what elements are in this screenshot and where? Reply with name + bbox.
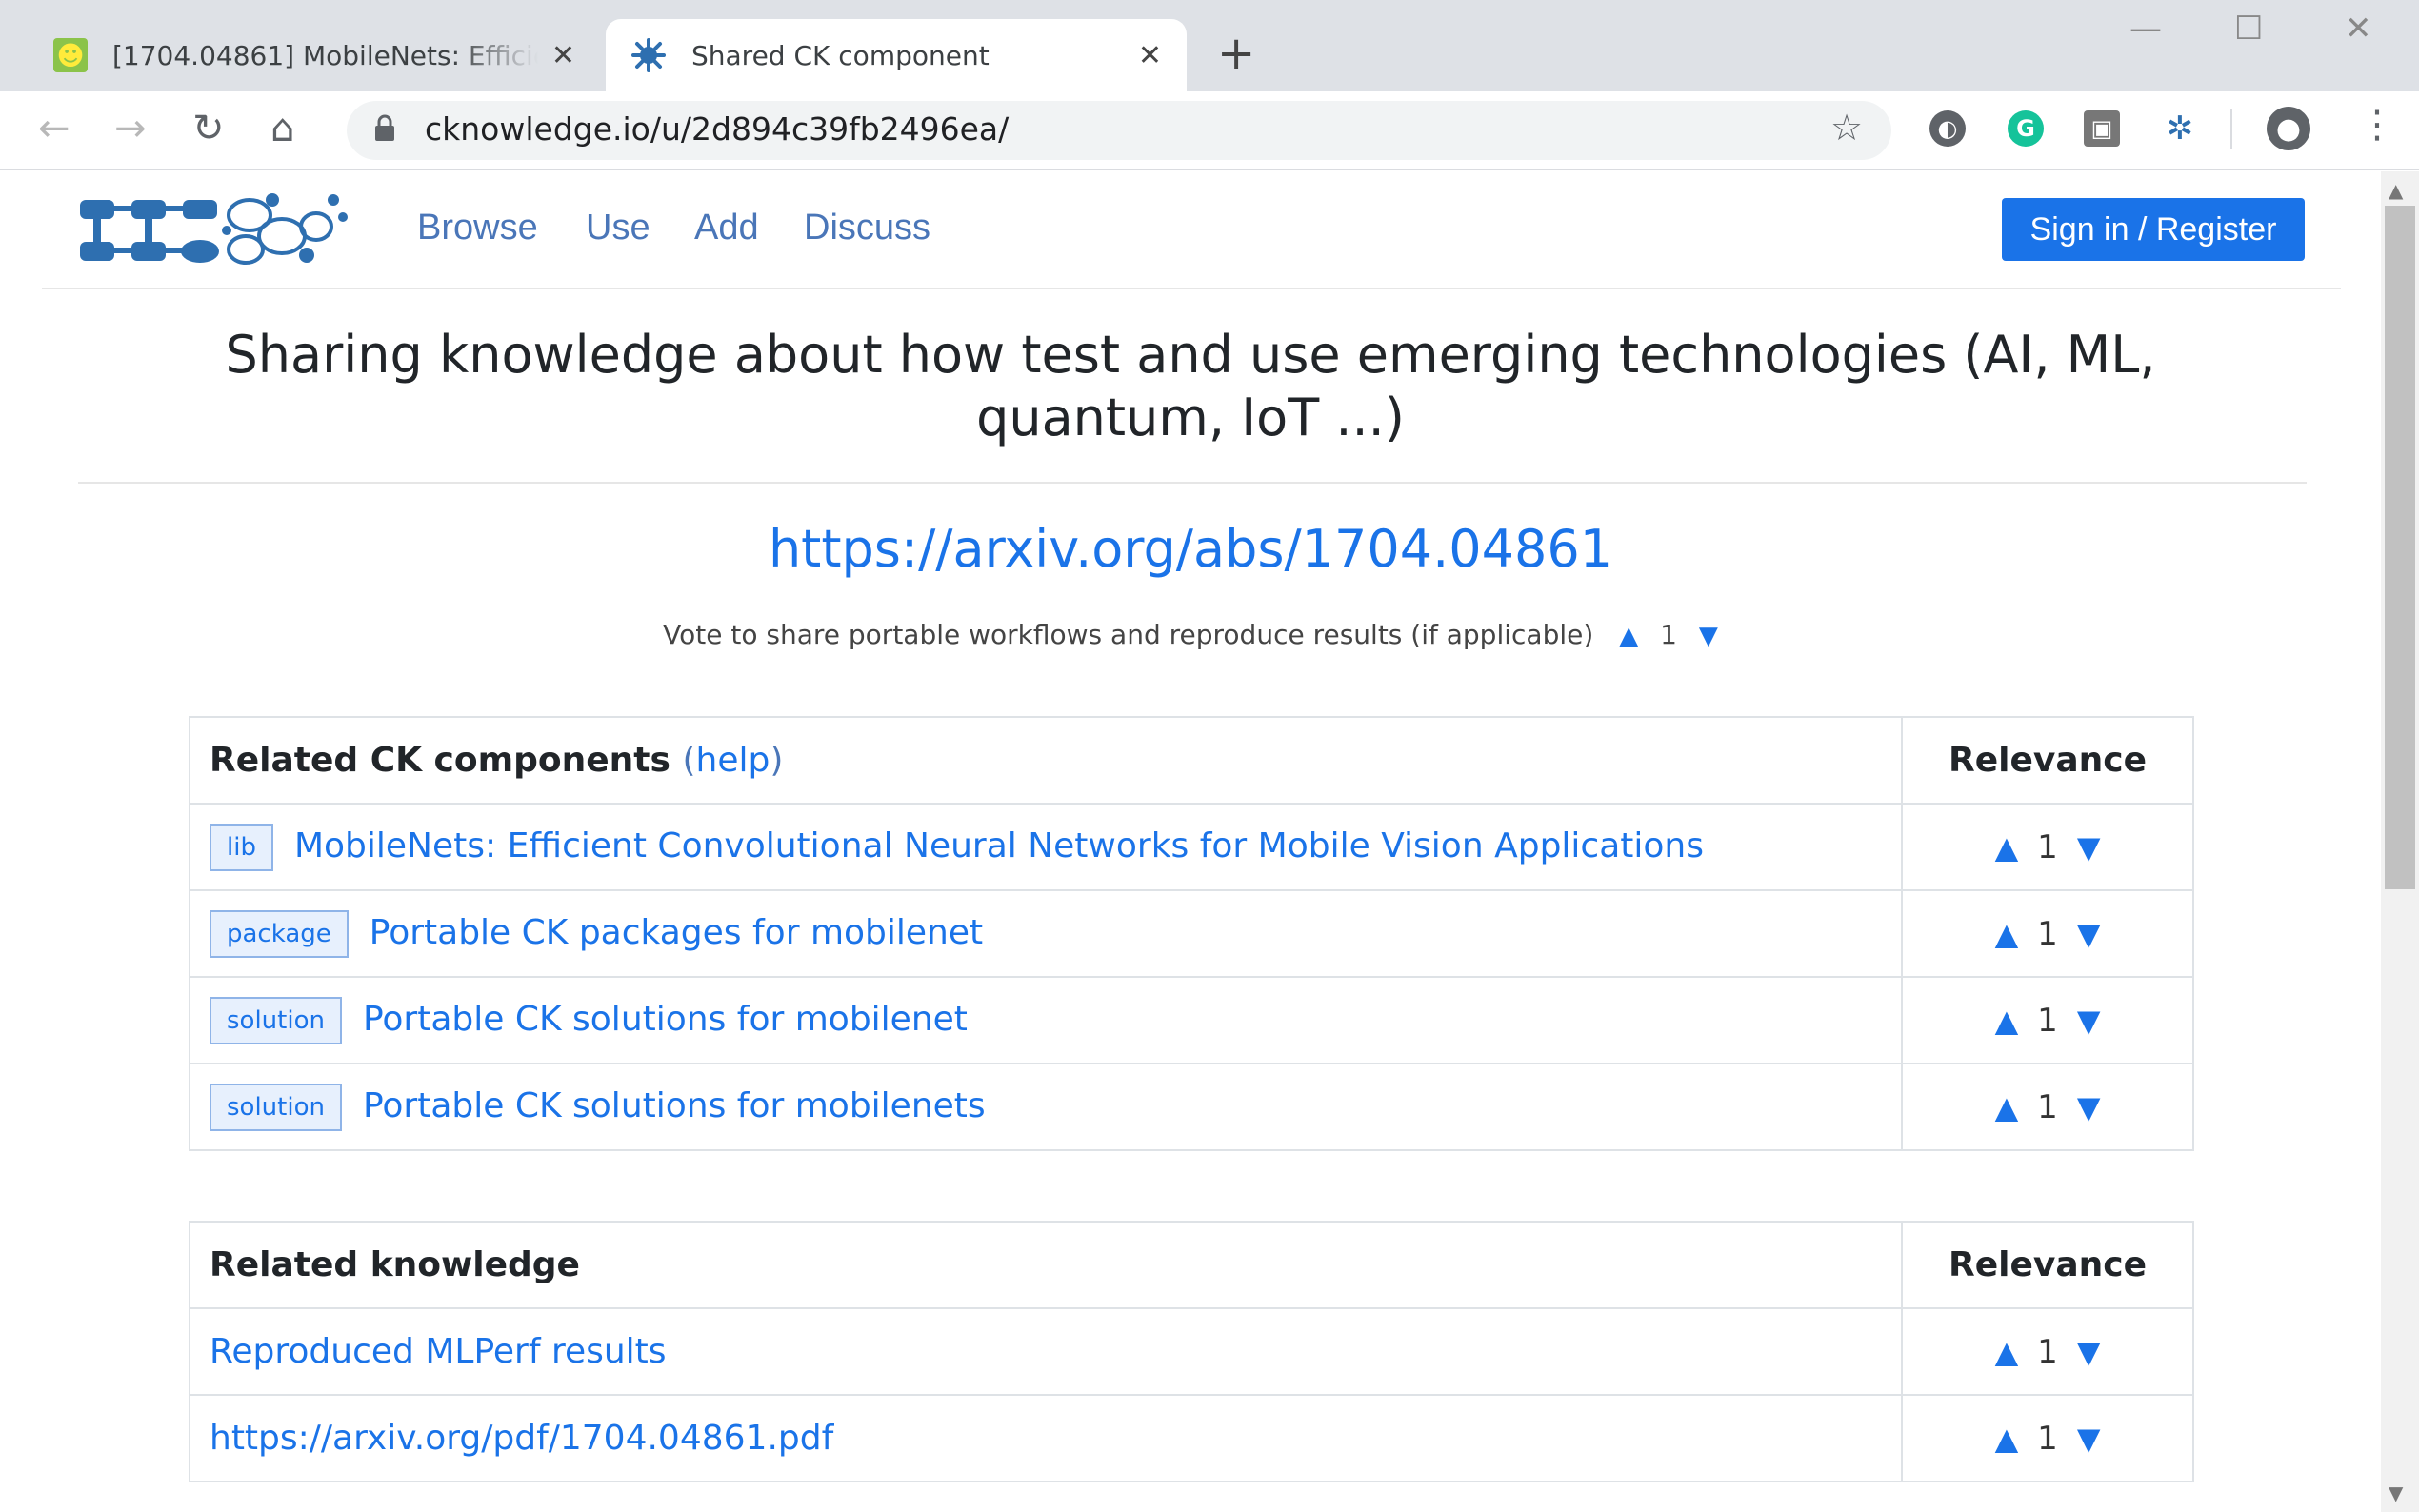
paper-link: https://arxiv.org/abs/1704.04861 (114, 519, 2267, 579)
relevance-count: 1 (2037, 1420, 2058, 1458)
minimize-icon[interactable]: — (2129, 10, 2162, 48)
knowledge-link[interactable]: https://arxiv.org/pdf/1704.04861.pdf (210, 1419, 833, 1458)
smiley-favicon-icon: ☻ (53, 38, 88, 72)
type-tag[interactable]: lib (210, 823, 273, 871)
lock-icon[interactable] (373, 114, 396, 149)
vote-count: 1 (1660, 619, 1677, 650)
vote-text: Vote to share portable workflows and rep… (663, 619, 1594, 650)
relevance-control: ▲ 1 ▼ (1995, 1002, 2101, 1040)
downvote-icon[interactable]: ▼ (2077, 1003, 2101, 1039)
scroll-up-icon[interactable]: ▲ (2389, 179, 2403, 202)
table-header-row: Related CK components (help) Relevance (189, 716, 2194, 805)
table-row: solution Portable CK solutions for mobile… (189, 1063, 2194, 1151)
upvote-icon[interactable]: ▲ (1995, 1421, 2019, 1457)
help-open-paren: ( (682, 741, 696, 780)
table-header-row: Related knowledge Relevance (189, 1221, 2194, 1309)
new-tab-icon[interactable]: + (1217, 27, 1255, 80)
scrollbar-thumb[interactable] (2385, 206, 2415, 889)
table-row: lib MobileNets: Efficient Convolutional N… (189, 803, 2194, 891)
downvote-icon[interactable]: ▼ (2077, 1334, 2101, 1370)
help-link[interactable]: help (696, 741, 770, 780)
scroll-down-icon[interactable]: ▼ (2389, 1482, 2403, 1504)
component-link[interactable]: Portable CK packages for mobilenet (370, 913, 983, 952)
bookmark-star-icon[interactable]: ☆ (1830, 107, 1863, 149)
upvote-icon[interactable]: ▲ (1995, 916, 2019, 952)
upvote-icon[interactable]: ▲ (1995, 1089, 2019, 1125)
window-close-icon[interactable]: ✕ (2345, 10, 2372, 48)
nav-use[interactable]: Use (586, 208, 650, 249)
upvote-icon[interactable]: ▲ (1995, 829, 2019, 865)
component-link[interactable]: Portable CK solutions for mobilenets (363, 1086, 986, 1125)
table-row: package Portable CK packages for mobilene… (189, 889, 2194, 978)
table-row: Reproduced MLPerf results ▲ 1 ▼ (189, 1307, 2194, 1396)
page-headline: Sharing knowledge about how test and use… (225, 325, 2156, 448)
back-icon[interactable]: ← (38, 107, 70, 150)
relevance-control: ▲ 1 ▼ (1995, 828, 2101, 866)
tab-shared-ck-component[interactable]: Shared CK component ✕ (606, 19, 1187, 91)
tab-title: [1704.04861] MobileNets: Efficient Convo… (112, 39, 538, 71)
address-url[interactable]: cknowledge.io/u/2d894c39fb2496ea/ (425, 110, 1009, 148)
downvote-icon[interactable]: ▼ (2077, 1421, 2101, 1457)
relevance-count: 1 (2037, 1333, 2058, 1371)
table-row: solution Portable CK solutions for mobile… (189, 976, 2194, 1064)
downvote-icon[interactable]: ▼ (2077, 829, 2101, 865)
forward-icon[interactable]: → (114, 107, 147, 150)
components-header: Related CK components (help) (189, 716, 1903, 805)
type-tag[interactable]: solution (210, 996, 342, 1044)
nav-add[interactable]: Add (694, 208, 759, 249)
downvote-icon[interactable]: ▼ (2077, 1089, 2101, 1125)
relevance-control: ▲ 1 ▼ (1995, 1333, 2101, 1371)
related-knowledge-table: Related knowledge Relevance Reproduced M… (189, 1221, 2194, 1482)
relevance-header: Relevance (1901, 716, 2194, 805)
upvote-icon[interactable]: ▲ (1995, 1334, 2019, 1370)
downvote-icon[interactable]: ▼ (1699, 622, 1718, 650)
close-tab-icon[interactable]: ✕ (1138, 39, 1162, 72)
tab-title: Shared CK component (691, 39, 990, 71)
maximize-icon[interactable]: ☐ (2234, 10, 2263, 48)
help-link-wrapper: (help) (683, 741, 784, 780)
knowledge-header: Related knowledge (189, 1221, 1903, 1309)
upvote-icon[interactable]: ▲ (1619, 622, 1638, 650)
nav-browse[interactable]: Browse (417, 208, 538, 249)
component-link[interactable]: Portable CK solutions for mobilenet (363, 1000, 968, 1039)
relevance-control: ▲ 1 ▼ (1995, 1420, 2101, 1458)
relevance-count: 1 (2037, 828, 2058, 866)
upvote-icon[interactable]: ▲ (1995, 1003, 2019, 1039)
type-tag[interactable]: solution (210, 1083, 342, 1131)
table-row: https://arxiv.org/pdf/1704.04861.pdf ▲ 1 ▼ (189, 1394, 2194, 1482)
close-tab-icon[interactable]: ✕ (551, 39, 575, 72)
extension-icon[interactable]: ◐ (1929, 110, 1966, 147)
related-components-table: Related CK components (help) Relevance l… (189, 716, 2194, 1151)
paper-url-link[interactable]: https://arxiv.org/abs/1704.04861 (769, 519, 1612, 579)
header-divider (42, 288, 2341, 289)
relevance-count: 1 (2037, 1088, 2058, 1126)
type-tag[interactable]: package (210, 909, 349, 958)
relevance-header: Relevance (1901, 1221, 2194, 1309)
toolbar-separator (2230, 109, 2232, 149)
headline-divider (78, 482, 2307, 484)
browser-menu-icon[interactable]: ⋮ (2358, 103, 2396, 147)
relevance-control: ▲ 1 ▼ (1995, 915, 2101, 953)
tab-arxiv[interactable]: ☻ [1704.04861] MobileNets: Efficient Con… (29, 19, 600, 91)
ck-logo[interactable] (78, 189, 356, 270)
component-link[interactable]: MobileNets: Efficient Convolutional Neur… (294, 826, 1704, 865)
grammarly-extension-icon[interactable]: G (2008, 110, 2044, 147)
relevance-control: ▲ 1 ▼ (1995, 1088, 2101, 1126)
downvote-icon[interactable]: ▼ (2077, 916, 2101, 952)
relevance-count: 1 (2037, 915, 2058, 953)
components-header-label: Related CK components (210, 741, 670, 780)
sign-in-register-button[interactable]: Sign in / Register (2002, 198, 2305, 261)
home-icon[interactable]: ⌂ (270, 107, 294, 150)
nav-discuss[interactable]: Discuss (804, 208, 930, 249)
reload-icon[interactable]: ↻ (192, 107, 225, 150)
ck-extension-icon[interactable]: ✲ (2162, 109, 2198, 148)
relevance-count: 1 (2037, 1002, 2058, 1040)
extension-square-icon[interactable]: ▣ (2084, 110, 2120, 147)
profile-avatar-icon[interactable]: ● (2267, 107, 2310, 150)
vote-row: Vote to share portable workflows and rep… (114, 619, 2267, 650)
knowledge-link[interactable]: Reproduced MLPerf results (210, 1332, 667, 1371)
ck-favicon-icon (631, 38, 666, 72)
help-close-paren: ) (770, 741, 784, 780)
